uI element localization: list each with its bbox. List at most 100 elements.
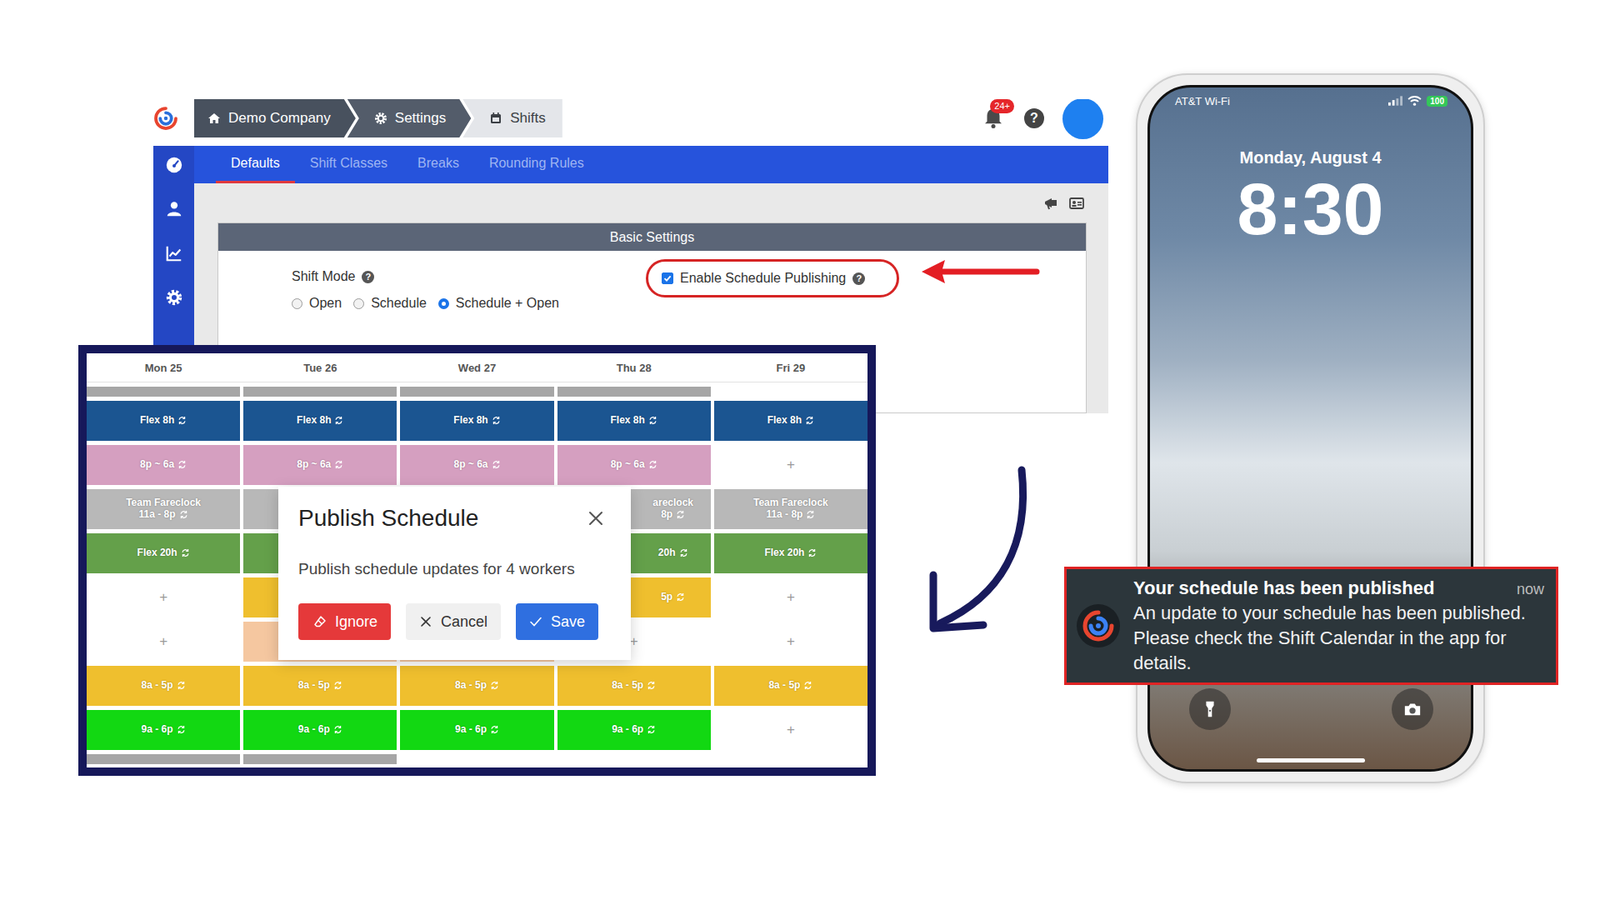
- help-button[interactable]: ?: [852, 272, 865, 285]
- shift-label: Flex 8h: [296, 415, 344, 427]
- shift-cell[interactable]: Flex 20h: [86, 533, 240, 574]
- add-shift-button[interactable]: +: [714, 621, 868, 662]
- shift-cell[interactable]: 8a - 5p: [243, 665, 397, 706]
- add-shift-button[interactable]: +: [714, 445, 868, 485]
- app-logo-icon[interactable]: [153, 105, 179, 131]
- push-notification[interactable]: Your schedule has been publishednowAn up…: [1064, 566, 1559, 685]
- add-shift-button[interactable]: +: [714, 577, 868, 618]
- shift-cell[interactable]: Team Fareclock11a - 8p: [86, 489, 240, 530]
- chart-icon[interactable]: [165, 244, 184, 263]
- dialog-button[interactable]: Cancel: [405, 603, 501, 640]
- repeat-icon: [334, 460, 344, 470]
- add-shift-button[interactable]: +: [86, 577, 240, 618]
- gear-icon[interactable]: [165, 288, 184, 307]
- shift-cell[interactable]: Flex 8h: [243, 400, 397, 441]
- schedule-strip: [400, 386, 554, 397]
- shift-cell[interactable]: 8p ~ 6a: [557, 445, 711, 485]
- schedule-strip: [557, 386, 711, 397]
- checkbox[interactable]: [661, 272, 674, 285]
- button-label: Cancel: [440, 613, 488, 631]
- notifications-button[interactable]: 24+: [980, 105, 1006, 131]
- shift-cell[interactable]: 8p ~ 6a: [86, 445, 240, 485]
- shift-label: 8a - 5p: [611, 680, 656, 692]
- shift-label: 9a - 6p: [455, 724, 500, 736]
- breadcrumb-label: Demo Company: [228, 110, 331, 127]
- shift-cell[interactable]: 8a - 5p: [86, 665, 240, 706]
- shift-cell[interactable]: 8p ~ 6a: [400, 445, 554, 485]
- schedule-row: Flex 8h Flex 8h Flex 8h Flex 8h Flex 8h: [86, 400, 868, 441]
- flashlight-button[interactable]: [1189, 688, 1231, 730]
- radio-label: Schedule: [370, 295, 427, 311]
- red-arrow-icon: [916, 255, 1042, 289]
- shift-cell[interactable]: 8a - 5p: [557, 665, 711, 706]
- tab[interactable]: Breaks: [402, 145, 475, 184]
- dialog-button[interactable]: Ignore: [298, 603, 391, 640]
- header-actions: 24+?: [980, 99, 1104, 140]
- shift-cell[interactable]: Flex 20h: [714, 533, 868, 574]
- help-button[interactable]: ?: [361, 270, 375, 284]
- shift-label: Flex 8h: [453, 415, 500, 427]
- shift-cell[interactable]: 9a - 6p: [243, 710, 397, 750]
- shift-cell[interactable]: Team Fareclock11a - 8p: [714, 489, 868, 530]
- radio-button[interactable]: [291, 298, 303, 310]
- radio-option[interactable]: Open: [291, 295, 342, 311]
- shift-label: 8p ~ 6a: [296, 459, 344, 471]
- add-shift-button[interactable]: +: [714, 710, 868, 750]
- breadcrumb-label: Settings: [395, 110, 446, 127]
- shift-label: 9a - 6p: [141, 724, 186, 736]
- radio-button[interactable]: [353, 298, 365, 310]
- dialog-button[interactable]: Save: [515, 603, 599, 640]
- notification-title: Your schedule has been published: [1133, 575, 1435, 601]
- camera-button[interactable]: [1391, 688, 1434, 730]
- shift-cell[interactable]: Flex 8h: [557, 400, 711, 441]
- shift-label: 9a - 6p: [298, 724, 343, 736]
- shift-cell[interactable]: 8a - 5p: [400, 665, 554, 706]
- radio-button[interactable]: [438, 298, 450, 310]
- repeat-icon: [648, 460, 658, 470]
- tab[interactable]: Defaults: [215, 145, 295, 184]
- shift-cell[interactable]: 8a - 5p: [714, 665, 868, 706]
- day-header: Tue 26: [243, 353, 397, 382]
- schedule-publishing-option[interactable]: Enable Schedule Publishing?: [645, 259, 900, 298]
- help-button[interactable]: ?: [1024, 108, 1045, 129]
- lock-date: Monday, August 4: [1150, 147, 1471, 168]
- radio-option[interactable]: Schedule: [353, 295, 427, 311]
- breadcrumb-item[interactable]: Shifts: [462, 99, 563, 138]
- tab[interactable]: Rounding Rules: [474, 145, 600, 184]
- shift-cell[interactable]: Flex 8h: [714, 400, 868, 441]
- close-icon[interactable]: [587, 510, 605, 527]
- repeat-icon: [491, 415, 501, 425]
- user-avatar[interactable]: [1062, 99, 1104, 140]
- shift-mode-label: Shift Mode?: [291, 269, 646, 285]
- breadcrumb-item[interactable]: Demo Company: [194, 99, 356, 138]
- schedule-strip: [86, 754, 240, 765]
- shift-label: 8p: [660, 509, 685, 521]
- breadcrumb-label: Shifts: [510, 110, 546, 127]
- radio-option[interactable]: Schedule + Open: [438, 295, 560, 311]
- schedule-strip: [86, 386, 240, 397]
- schedule-grid: Mon 25Tue 26Wed 27Thu 28Fri 29Flex 8hFle…: [86, 353, 868, 768]
- card-body: Shift Mode? Open Schedule Schedule + Open En…: [218, 250, 1086, 311]
- tab[interactable]: Shift Classes: [295, 145, 403, 184]
- shift-cell[interactable]: Flex 8h: [86, 400, 240, 441]
- shift-cell[interactable]: Flex 8h: [400, 400, 554, 441]
- shift-label: 8a - 5p: [768, 680, 813, 692]
- publish-dialog: Publish SchedulePublish schedule updates…: [278, 486, 631, 660]
- add-shift-button[interactable]: +: [86, 621, 240, 662]
- repeat-icon: [646, 725, 656, 735]
- repeat-icon: [177, 460, 187, 470]
- shift-cell[interactable]: 9a - 6p: [557, 710, 711, 750]
- calendar-icon: [489, 111, 503, 125]
- shift-cell[interactable]: 8p ~ 6a: [243, 445, 397, 485]
- breadcrumb-item[interactable]: Settings: [347, 99, 471, 138]
- promo-canvas: Demo CompanySettingsShifts24+?DefaultsSh…: [0, 0, 1600, 900]
- id-card-icon[interactable]: [1068, 195, 1085, 212]
- dashboard-icon[interactable]: [165, 155, 184, 175]
- shift-cell[interactable]: 9a - 6p: [400, 710, 554, 750]
- shift-cell[interactable]: 9a - 6p: [86, 710, 240, 750]
- empty-cell: [714, 386, 868, 397]
- user-icon[interactable]: [165, 200, 184, 219]
- megaphone-icon[interactable]: [1043, 195, 1060, 212]
- shift-label: Flex 8h: [767, 415, 815, 427]
- notification-body: An update to your schedule has been publ…: [1133, 600, 1545, 676]
